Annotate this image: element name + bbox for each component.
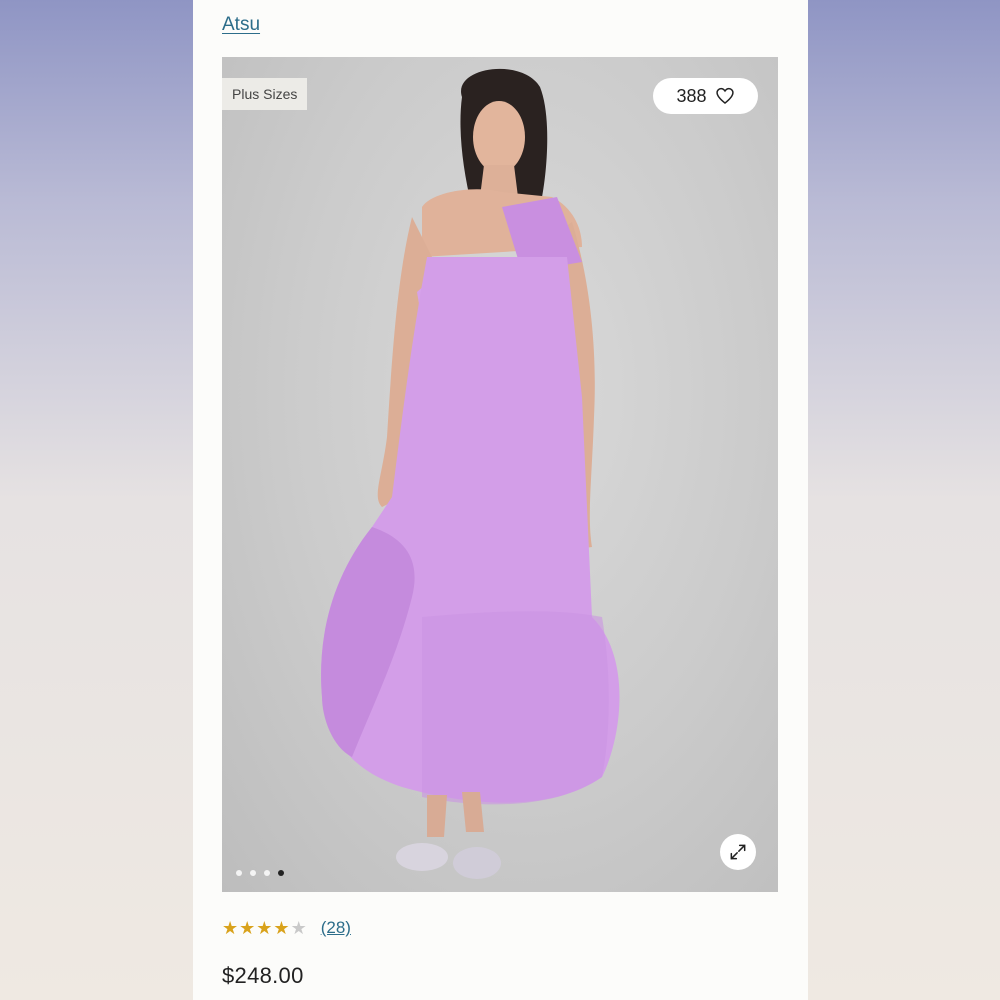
heart-icon <box>715 87 734 105</box>
zoom-button[interactable] <box>720 834 756 870</box>
star-icon: ★ <box>239 918 256 938</box>
product-image-carousel[interactable]: Plus Sizes 388 <box>222 57 778 892</box>
star-icon: ★ <box>290 918 307 938</box>
star-icon: ★ <box>256 918 273 938</box>
background-left <box>0 0 193 1000</box>
expand-icon <box>730 844 746 860</box>
carousel-dot[interactable] <box>250 870 256 876</box>
carousel-dot[interactable] <box>264 870 270 876</box>
carousel-dot-active[interactable] <box>278 870 284 876</box>
carousel-dot[interactable] <box>236 870 242 876</box>
star-icon: ★ <box>222 918 239 938</box>
review-count-link[interactable]: (28) <box>321 918 351 938</box>
star-icon: ★ <box>273 918 290 938</box>
brand-link[interactable]: Atsu <box>222 14 260 36</box>
favorite-button[interactable]: 388 <box>653 78 758 114</box>
plus-sizes-badge: Plus Sizes <box>222 78 308 110</box>
product-price: $248.00 <box>222 963 304 988</box>
product-photo <box>321 68 620 879</box>
star-rating: ★ ★ ★ ★ ★ <box>222 919 307 937</box>
background-right <box>808 0 1000 1000</box>
favorite-count: 388 <box>676 85 707 106</box>
product-panel: Atsu Plus Sizes 388 ★ ★ ★ ★ ★ (28) $248.… <box>193 0 808 1000</box>
rating: ★ ★ ★ ★ ★ (28) <box>222 918 351 938</box>
carousel-dots <box>236 870 284 876</box>
